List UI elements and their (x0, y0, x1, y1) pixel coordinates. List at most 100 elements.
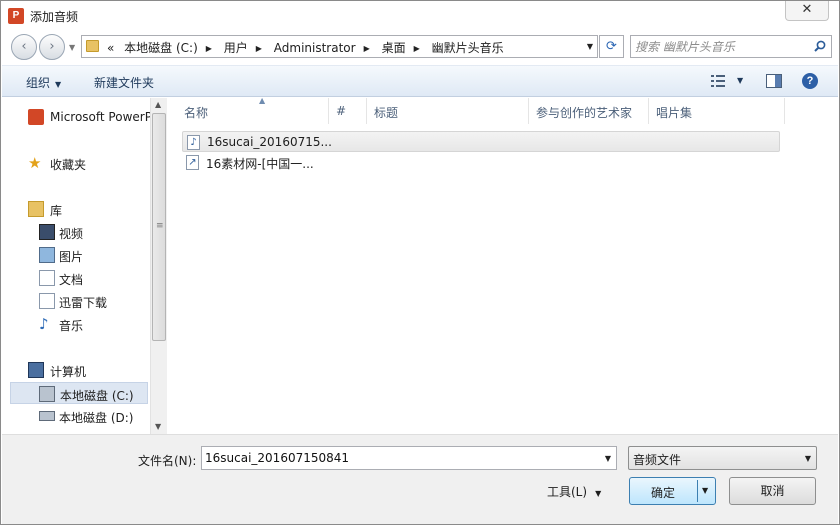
sidebar-item-xunlei-downloads[interactable]: 迅雷下载 (2, 290, 148, 312)
sidebar-item-label: 图片 (59, 250, 84, 264)
address-dropdown-icon[interactable]: ▼ (587, 42, 593, 51)
video-icon (39, 224, 55, 240)
command-toolbar: 组织 ▼ 新建文件夹 ▼ ? (2, 65, 838, 97)
sidebar-item-label: 收藏夹 (50, 158, 87, 172)
breadcrumb-item[interactable]: 用户 (221, 39, 251, 56)
drive-c-icon (39, 386, 55, 402)
filename-dropdown-icon[interactable]: ▼ (605, 454, 611, 463)
column-header-name[interactable]: ▲ 名称 (177, 96, 329, 124)
dialog-footer: 文件名(N): ▼ 音频文件 ▼ 工具(L) ▼ 确定 ▼ 取消 (2, 434, 838, 524)
chevron-down-icon: ▼ (804, 454, 811, 463)
add-audio-dialog: P 添加音频 ✕ ‹ › ▼ « 本地磁盘 (C:) ▶ 用户 ▶ Administ… (0, 0, 840, 525)
grip-icon: ≡ (156, 221, 164, 231)
file-list: ▲ 名称 # 标题 参与创作的艺术家 唱片集 ♪ 16sucai_2016071… (167, 96, 838, 434)
sort-ascending-icon: ▲ (259, 96, 266, 105)
column-label: 唱片集 (656, 106, 693, 120)
drive-d-icon (39, 411, 55, 421)
sidebar-item-label: 计算机 (50, 365, 87, 379)
column-header-title[interactable]: 标题 (367, 98, 529, 124)
filename-field[interactable]: ▼ (201, 446, 617, 470)
breadcrumb-item[interactable]: 本地磁盘 (C:) (121, 39, 201, 56)
address-bar[interactable]: « 本地磁盘 (C:) ▶ 用户 ▶ Administrator ▶ 桌面 ▶ 幽默片头… (81, 35, 598, 58)
breadcrumb-item[interactable]: 幽默片头音乐 (429, 39, 507, 56)
breadcrumb-item[interactable]: 桌面 (379, 39, 409, 56)
ok-label: 确定 (651, 486, 676, 500)
column-label: 标题 (374, 106, 399, 120)
column-header-artist[interactable]: 参与创作的艺术家 (529, 98, 649, 124)
refresh-button[interactable]: ⟳ (599, 35, 624, 58)
sidebar-item-music[interactable]: ♪ 音乐 (2, 313, 148, 335)
organize-label: 组织 (26, 76, 51, 90)
preview-pane-icon[interactable] (766, 74, 782, 88)
column-header-album[interactable]: 唱片集 (649, 98, 785, 124)
change-view-icon[interactable] (710, 74, 726, 88)
library-icon (28, 201, 44, 217)
music-icon: ♪ (39, 315, 49, 333)
chevron-right-icon[interactable]: ▶ (359, 44, 375, 53)
breadcrumb: « 本地磁盘 (C:) ▶ 用户 ▶ Administrator ▶ 桌面 ▶ 幽默片头… (104, 39, 507, 56)
sidebar-item-computer[interactable]: 计算机 (2, 359, 148, 381)
column-label: 名称 (184, 106, 209, 120)
chevron-right-icon[interactable]: ▶ (201, 44, 217, 53)
back-button[interactable]: ‹ (11, 34, 37, 60)
file-row[interactable]: ↗ 16素材网-[中国一... (182, 152, 780, 173)
filetype-value: 音频文件 (633, 453, 682, 467)
breadcrumb-overflow[interactable]: « (104, 41, 117, 55)
shortcut-file-icon: ↗ (186, 155, 199, 170)
sidebar-item-label: 库 (50, 204, 63, 218)
ok-split-button[interactable]: 确定 ▼ (629, 477, 716, 505)
favorites-star-icon: ★ (28, 154, 42, 172)
sidebar-item-powerpoint[interactable]: Microsoft PowerP (2, 106, 150, 128)
sidebar-item-label: 文档 (59, 273, 84, 287)
sidebar-item-library[interactable]: 库 (2, 198, 148, 220)
column-header-number[interactable]: # (329, 98, 367, 124)
new-folder-button[interactable]: 新建文件夹 (94, 74, 154, 91)
recent-pages-dropdown-icon[interactable]: ▼ (69, 43, 75, 52)
organize-button[interactable]: 组织 ▼ (26, 74, 61, 91)
sidebar-item-label: 音乐 (59, 319, 84, 333)
sidebar-item-drive-c[interactable]: 本地磁盘 (C:) (10, 382, 148, 404)
filetype-select[interactable]: 音频文件 ▼ (628, 446, 817, 470)
close-button[interactable]: ✕ (785, 1, 829, 21)
column-label: # (336, 104, 347, 118)
sidebar-item-label: 本地磁盘 (C:) (60, 389, 134, 403)
split-divider (697, 480, 698, 502)
scroll-down-icon[interactable]: ▼ (155, 422, 161, 431)
sidebar-item-favorites[interactable]: ★ 收藏夹 (2, 152, 148, 174)
view-dropdown-icon[interactable]: ▼ (737, 76, 743, 85)
breadcrumb-item[interactable]: Administrator (271, 41, 359, 55)
chevron-right-icon[interactable]: ▶ (251, 44, 267, 53)
sidebar-item-label: 视频 (59, 227, 84, 241)
tools-label: 工具(L) (547, 485, 588, 499)
filename-label: 文件名(N): (138, 454, 197, 468)
search-box[interactable] (630, 35, 832, 58)
sidebar-item-documents[interactable]: 文档 (2, 267, 148, 289)
forward-button[interactable]: › (39, 34, 65, 60)
chevron-down-icon: ▼ (595, 489, 602, 498)
sidebar-item-label: 迅雷下载 (59, 296, 108, 310)
sidebar-item-video[interactable]: 视频 (2, 221, 148, 243)
help-icon[interactable]: ? (802, 73, 818, 89)
sidebar-item-label: 本地磁盘 (D:) (59, 411, 134, 425)
cancel-button[interactable]: 取消 (729, 477, 816, 505)
scrollbar-thumb[interactable]: ≡ (152, 113, 166, 341)
chevron-down-icon: ▼ (55, 80, 62, 89)
audio-file-icon: ♪ (187, 135, 200, 150)
navigation-pane-scrollbar[interactable]: ▲ ≡ ▼ (150, 98, 167, 434)
computer-icon (28, 362, 44, 378)
tools-button[interactable]: 工具(L) ▼ (547, 483, 601, 500)
chevron-right-icon[interactable]: ▶ (409, 44, 425, 53)
file-row[interactable]: ♪ 16sucai_20160715... (182, 131, 780, 152)
search-icon[interactable] (814, 40, 826, 52)
title-bar: P 添加音频 ✕ (1, 1, 839, 31)
scroll-up-icon[interactable]: ▲ (155, 100, 161, 109)
download-icon (39, 293, 55, 309)
sidebar-item-pictures[interactable]: 图片 (2, 244, 148, 266)
filename-input[interactable] (205, 450, 585, 466)
ok-dropdown-icon[interactable]: ▼ (702, 486, 708, 495)
sidebar-item-drive-d[interactable]: 本地磁盘 (D:) (2, 405, 148, 427)
dialog-title: 添加音频 (30, 10, 79, 24)
navigation-pane: Microsoft PowerP ★ 收藏夹 库 视频 图片 文档 迅雷下载 ♪ (2, 98, 150, 434)
powerpoint-icon (28, 109, 44, 125)
search-input[interactable] (635, 39, 805, 55)
